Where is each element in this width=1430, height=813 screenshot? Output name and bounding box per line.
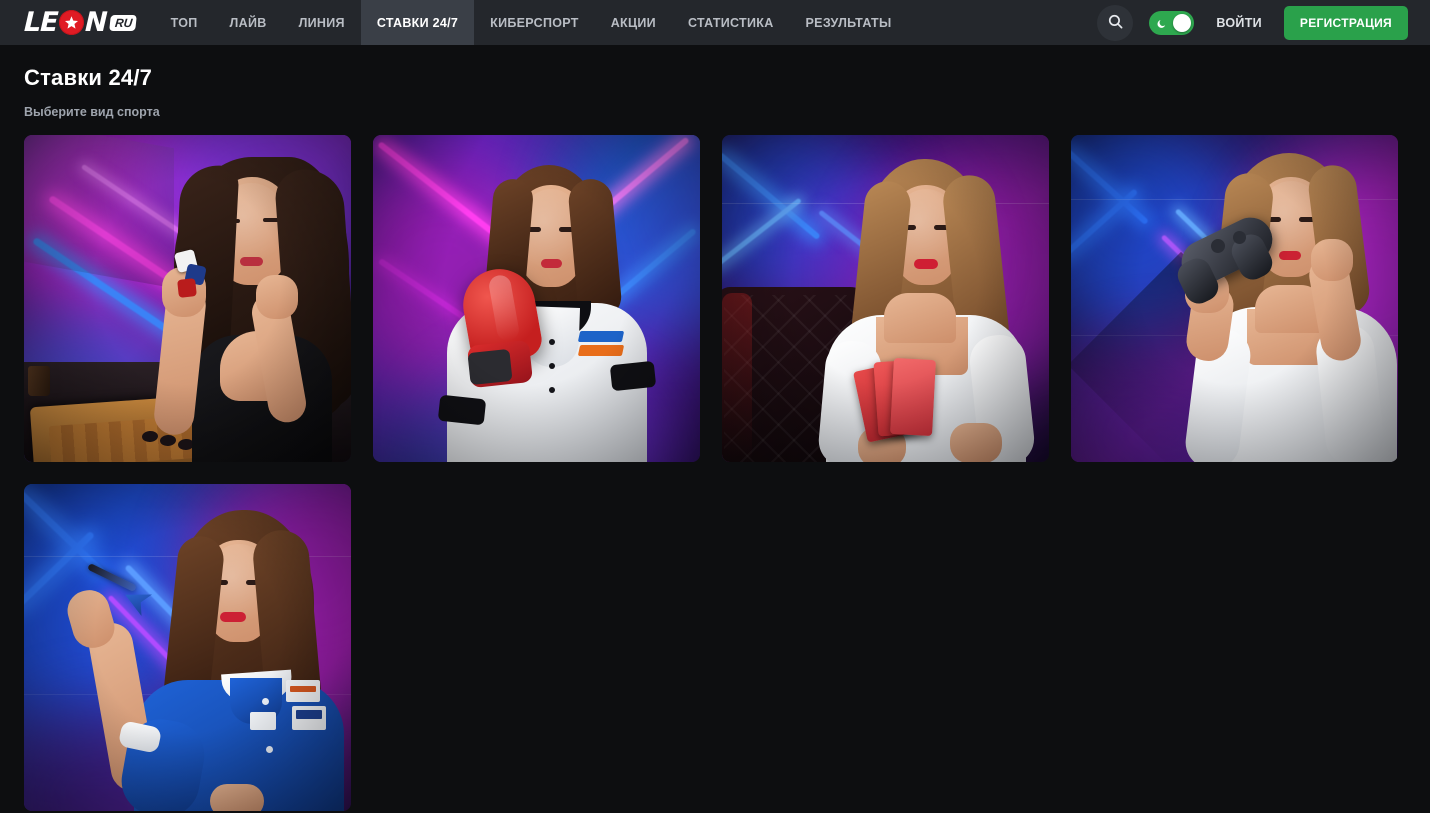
page-content: Ставки 24/7 Выберите вид спорта — [0, 65, 1430, 811]
search-icon — [1107, 13, 1124, 33]
main-navigation: ТОП ЛАЙВ ЛИНИЯ СТАВКИ 24/7 КИБЕРСПОРТ АК… — [155, 0, 908, 45]
card-darts[interactable] — [24, 484, 351, 811]
logo-leon-ru[interactable]: LE N RU — [0, 0, 155, 45]
nav-label: ТОП — [170, 15, 198, 30]
card-esports[interactable] — [1071, 135, 1398, 462]
nav-label: ЛАЙВ — [229, 15, 267, 30]
toggle-knob — [1173, 13, 1192, 32]
card-artwork — [722, 135, 1049, 462]
logo-text-left: LE — [23, 7, 59, 38]
card-artwork — [24, 135, 351, 462]
nav-label: РЕЗУЛЬТАТЫ — [805, 15, 892, 30]
nav-label: СТАТИСТИКА — [687, 15, 774, 30]
dark-mode-toggle[interactable] — [1149, 10, 1195, 35]
logo-domain-badge: RU — [109, 14, 138, 31]
moon-icon — [1156, 17, 1167, 28]
sport-card-grid — [24, 135, 1406, 811]
page-subtitle: Выберите вид спорта — [24, 105, 160, 119]
nav-item-line[interactable]: ЛИНИЯ — [283, 0, 361, 45]
card-artwork — [373, 135, 700, 462]
nav-label: СТАВКИ 24/7 — [376, 15, 459, 30]
logo-text-right: N — [84, 7, 107, 38]
card-poker[interactable] — [722, 135, 1049, 462]
nav-item-live[interactable]: ЛАЙВ — [214, 0, 283, 45]
logo: LE N RU — [23, 7, 138, 38]
nav-item-promos[interactable]: АКЦИИ — [595, 0, 672, 45]
login-button[interactable]: ВОЙТИ — [1210, 16, 1268, 30]
register-button[interactable]: РЕГИСТРАЦИЯ — [1283, 5, 1408, 40]
nav-item-results[interactable]: РЕЗУЛЬТАТЫ — [790, 0, 908, 45]
nav-item-statistics[interactable]: СТАТИСТИКА — [672, 0, 790, 45]
site-header: LE N RU ТОП ЛАЙВ ЛИНИЯ СТАВКИ 24/7 КИБЕР… — [0, 0, 1430, 45]
nav-item-top[interactable]: ТОП — [155, 0, 214, 45]
search-button[interactable] — [1097, 4, 1134, 41]
nav-label: ЛИНИЯ — [298, 15, 345, 30]
nav-item-bets-247[interactable]: СТАВКИ 24/7 — [360, 0, 475, 45]
card-boxing[interactable] — [373, 135, 700, 462]
card-artwork — [24, 484, 351, 811]
page-title: Ставки 24/7 — [24, 65, 153, 90]
nav-label: КИБЕРСПОРТ — [490, 15, 579, 30]
card-artwork — [1071, 135, 1398, 462]
nav-item-esports[interactable]: КИБЕРСПОРТ — [474, 0, 595, 45]
card-backgammon[interactable] — [24, 135, 351, 462]
star-ball-icon — [58, 10, 84, 35]
nav-label: АКЦИИ — [610, 15, 656, 30]
header-actions: ВОЙТИ РЕГИСТРАЦИЯ — [1097, 0, 1430, 45]
